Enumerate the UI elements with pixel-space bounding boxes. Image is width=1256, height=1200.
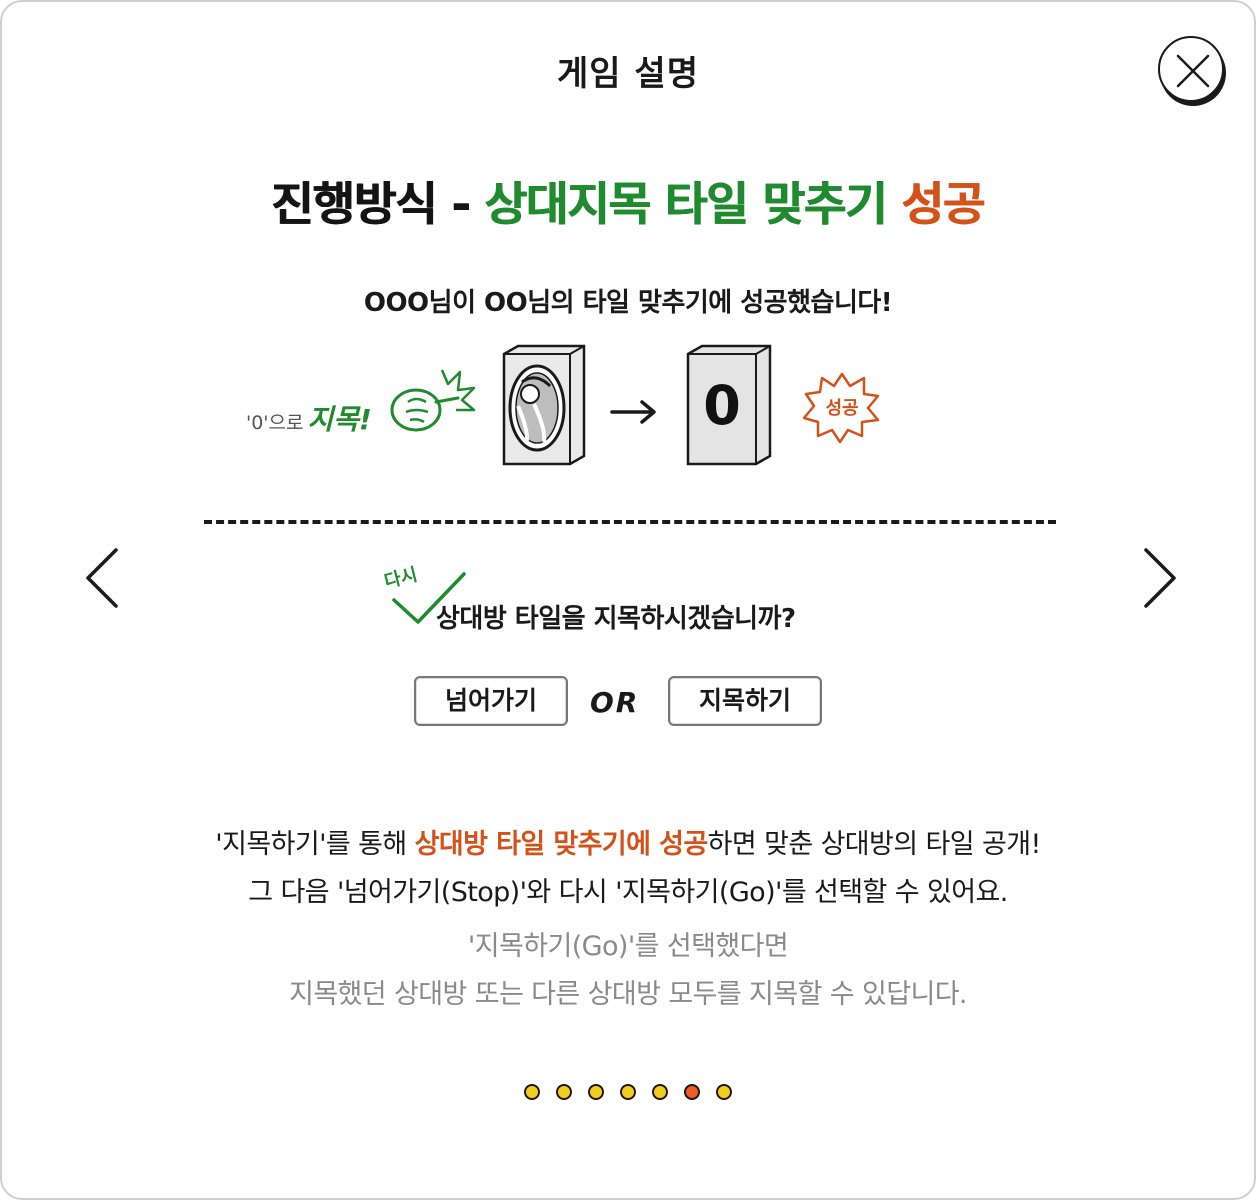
- pagination-dot[interactable]: [684, 1084, 700, 1100]
- close-button[interactable]: [1158, 36, 1224, 102]
- card-value: 0: [703, 374, 741, 437]
- pagination-dot[interactable]: [716, 1084, 732, 1100]
- point-button[interactable]: 지목하기: [668, 676, 822, 726]
- headline-result: 성공: [901, 177, 986, 231]
- game-guide-modal: 게임 설명 진행방식 - 상대지목 타일 맞추기 성공 OOO님이 OO님의 타…: [0, 0, 1256, 1200]
- modal-title: 게임 설명: [557, 54, 699, 94]
- pagination-dot[interactable]: [556, 1084, 572, 1100]
- point-caption-word: 지목!: [307, 403, 372, 436]
- point-question: 상대방 타일을 지목하시겠습니까?: [436, 604, 796, 634]
- description-line-1: '지목하기'를 통해 상대방 타일 맞추기에 성공하면 맞춘 상대방의 타일 공…: [2, 822, 1254, 861]
- pointing-fist-icon: [390, 369, 476, 432]
- headline-mode: 진행방식 -: [271, 177, 485, 231]
- pagination-dot[interactable]: [524, 1084, 540, 1100]
- success-badge-text: 성공: [825, 398, 859, 419]
- arrow-right-icon: [610, 400, 656, 424]
- page-headline: 진행방식 - 상대지목 타일 맞추기 성공: [2, 168, 1254, 234]
- description-highlight: 상대방 타일 맞추기에 성공: [414, 829, 709, 860]
- headline-topic: 상대지목 타일 맞추기: [484, 177, 902, 231]
- description-line-1-end: 하면 맞춘 상대방의 타일 공개!: [707, 829, 1042, 860]
- result-message: OOO님이 OO님의 타일 맞추기에 성공했습니다!: [363, 288, 893, 318]
- skip-button[interactable]: 넘어가기: [414, 676, 568, 726]
- or-label: OR: [590, 686, 640, 719]
- pagination-dot[interactable]: [588, 1084, 604, 1100]
- prev-page-button[interactable]: [82, 546, 122, 610]
- description-line-1-start: '지목하기'를 통해: [215, 829, 415, 860]
- close-icon: [1176, 54, 1210, 88]
- description-line-2: 그 다음 '넘어가기(Stop)'와 다시 '지목하기(Go)'를 선택할 수 …: [248, 877, 1008, 908]
- point-caption: '0'으로 지목!: [246, 398, 372, 438]
- pagination-dot[interactable]: [652, 1084, 668, 1100]
- description-note-line-2: 지목했던 상대방 또는 다른 상대방 모두를 지목할 수 있답니다.: [289, 979, 967, 1010]
- description-note-line-1: '지목하기(Go)'를 선택했다면: [467, 931, 789, 962]
- burst-icon: 성공: [802, 370, 882, 444]
- point-caption-prefix: '0'으로: [246, 412, 304, 434]
- pagination-dot[interactable]: [620, 1084, 636, 1100]
- pagination-dots: [524, 1084, 732, 1100]
- next-page-button[interactable]: [1140, 546, 1180, 610]
- section-divider: [204, 520, 1056, 524]
- card-back-icon: [502, 344, 586, 466]
- card-front-icon: 0: [686, 344, 774, 466]
